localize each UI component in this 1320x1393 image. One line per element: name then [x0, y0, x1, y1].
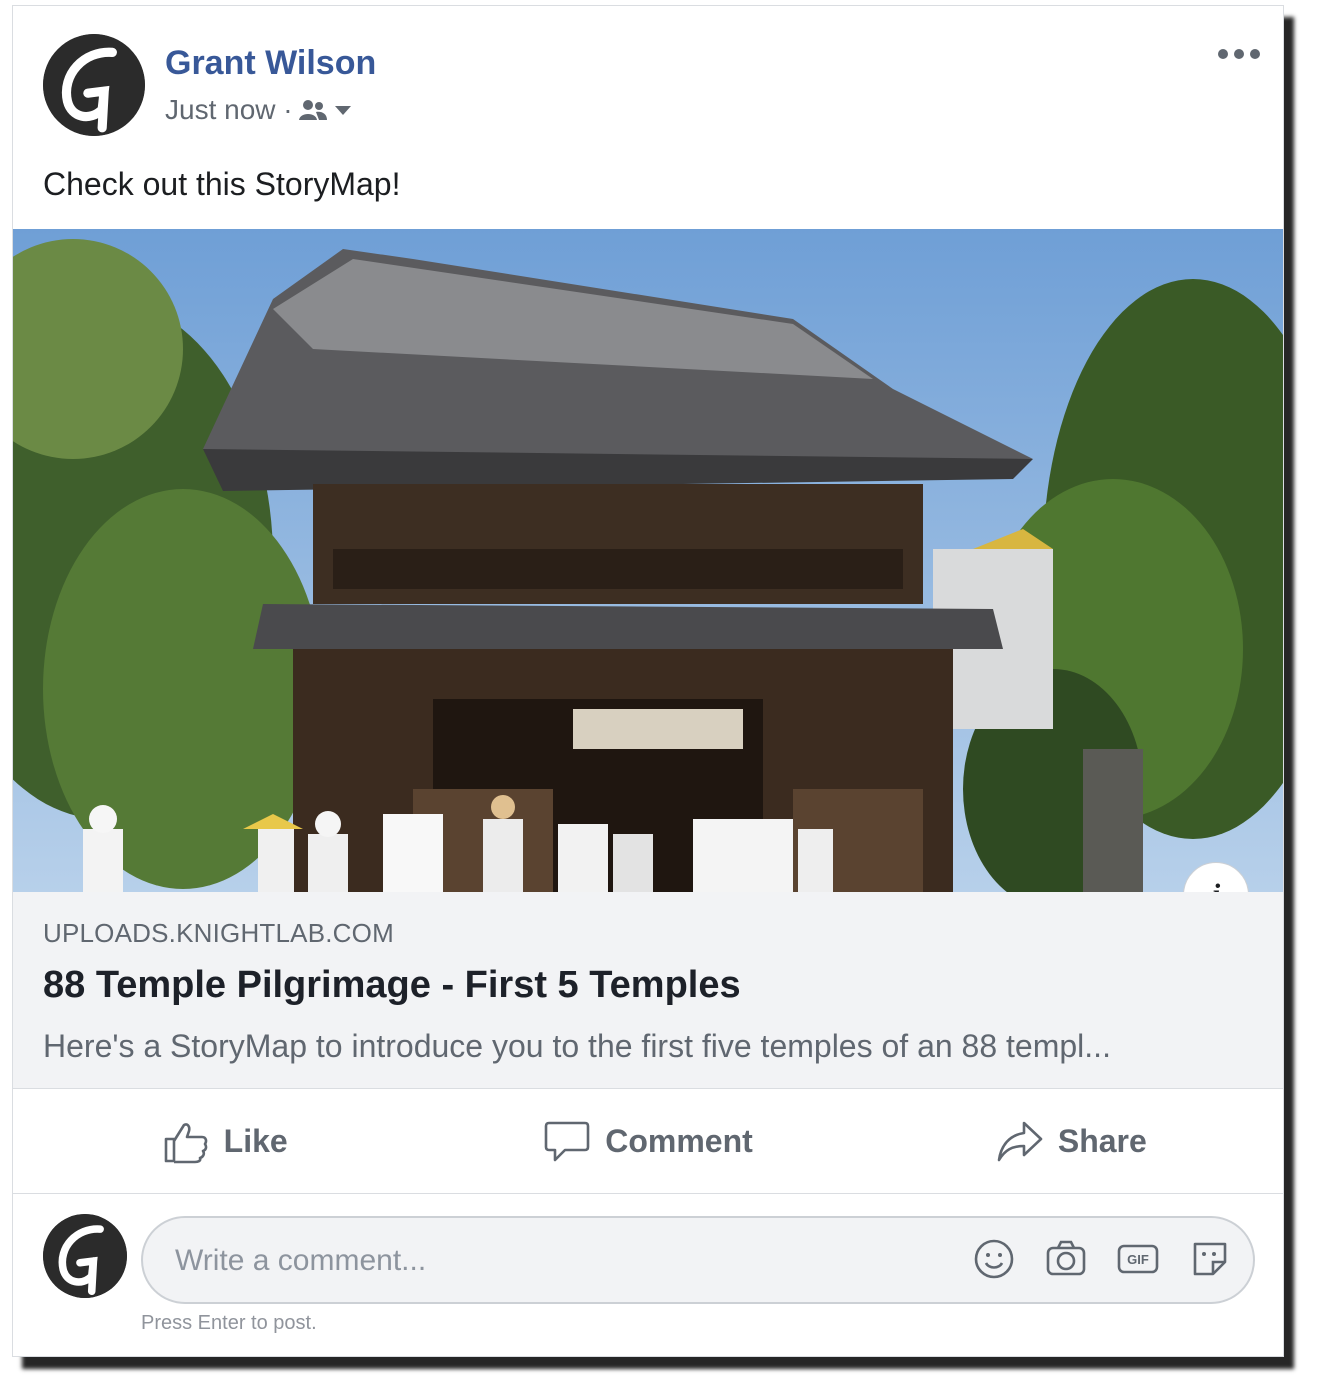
- share-arrow-icon: [997, 1121, 1043, 1162]
- commenter-avatar[interactable]: [43, 1214, 127, 1298]
- comment-attachments: GIF: [971, 1236, 1233, 1282]
- camera-icon[interactable]: [1043, 1236, 1089, 1282]
- emoji-icon[interactable]: [971, 1236, 1017, 1282]
- post-actions: Like Comment Share: [13, 1089, 1283, 1194]
- link-preview-details[interactable]: UPLOADS.KNIGHTLAB.COM 88 Temple Pilgrima…: [13, 892, 1283, 1089]
- like-button[interactable]: Like: [13, 1089, 436, 1193]
- post-text: Check out this StoryMap!: [43, 166, 401, 202]
- sticker-icon[interactable]: [1187, 1236, 1233, 1282]
- comment-input-wrapper: GIF: [141, 1216, 1255, 1304]
- share-label: Share: [1057, 1122, 1147, 1159]
- author-avatar[interactable]: [43, 34, 145, 136]
- like-label: Like: [223, 1122, 288, 1159]
- comment-input[interactable]: [173, 1218, 937, 1304]
- more-options-icon[interactable]: [1217, 44, 1261, 64]
- link-title[interactable]: 88 Temple Pilgrimage - First 5 Temples: [43, 964, 741, 1007]
- comment-label: Comment: [605, 1122, 753, 1159]
- link-preview-image[interactable]: [13, 229, 1283, 892]
- comment-hint: Press Enter to post.: [141, 1312, 317, 1334]
- link-description: Here's a StoryMap to introduce you to th…: [43, 1028, 1111, 1064]
- logo-g-icon: [43, 34, 145, 136]
- svg-text:GIF: GIF: [1127, 1252, 1149, 1267]
- post-card: Grant Wilson Just now · Check out this S…: [12, 5, 1284, 1357]
- link-domain: UPLOADS.KNIGHTLAB.COM: [43, 918, 394, 948]
- chevron-down-icon[interactable]: [333, 103, 353, 117]
- logo-g-icon: [43, 1214, 127, 1298]
- comment-button[interactable]: Comment: [436, 1089, 859, 1193]
- temple-photo: [13, 229, 1283, 892]
- thumbs-up-icon: [164, 1123, 207, 1164]
- author-name[interactable]: Grant Wilson: [165, 44, 376, 83]
- share-button[interactable]: Share: [860, 1089, 1283, 1193]
- friends-icon: [298, 100, 327, 120]
- comment-composer: GIF Press Enter to post.: [13, 1194, 1283, 1354]
- post-meta: Just now ·: [165, 94, 353, 126]
- timestamp[interactable]: Just now ·: [165, 94, 293, 126]
- speech-bubble-icon: [544, 1121, 590, 1162]
- gif-icon[interactable]: GIF: [1115, 1236, 1161, 1282]
